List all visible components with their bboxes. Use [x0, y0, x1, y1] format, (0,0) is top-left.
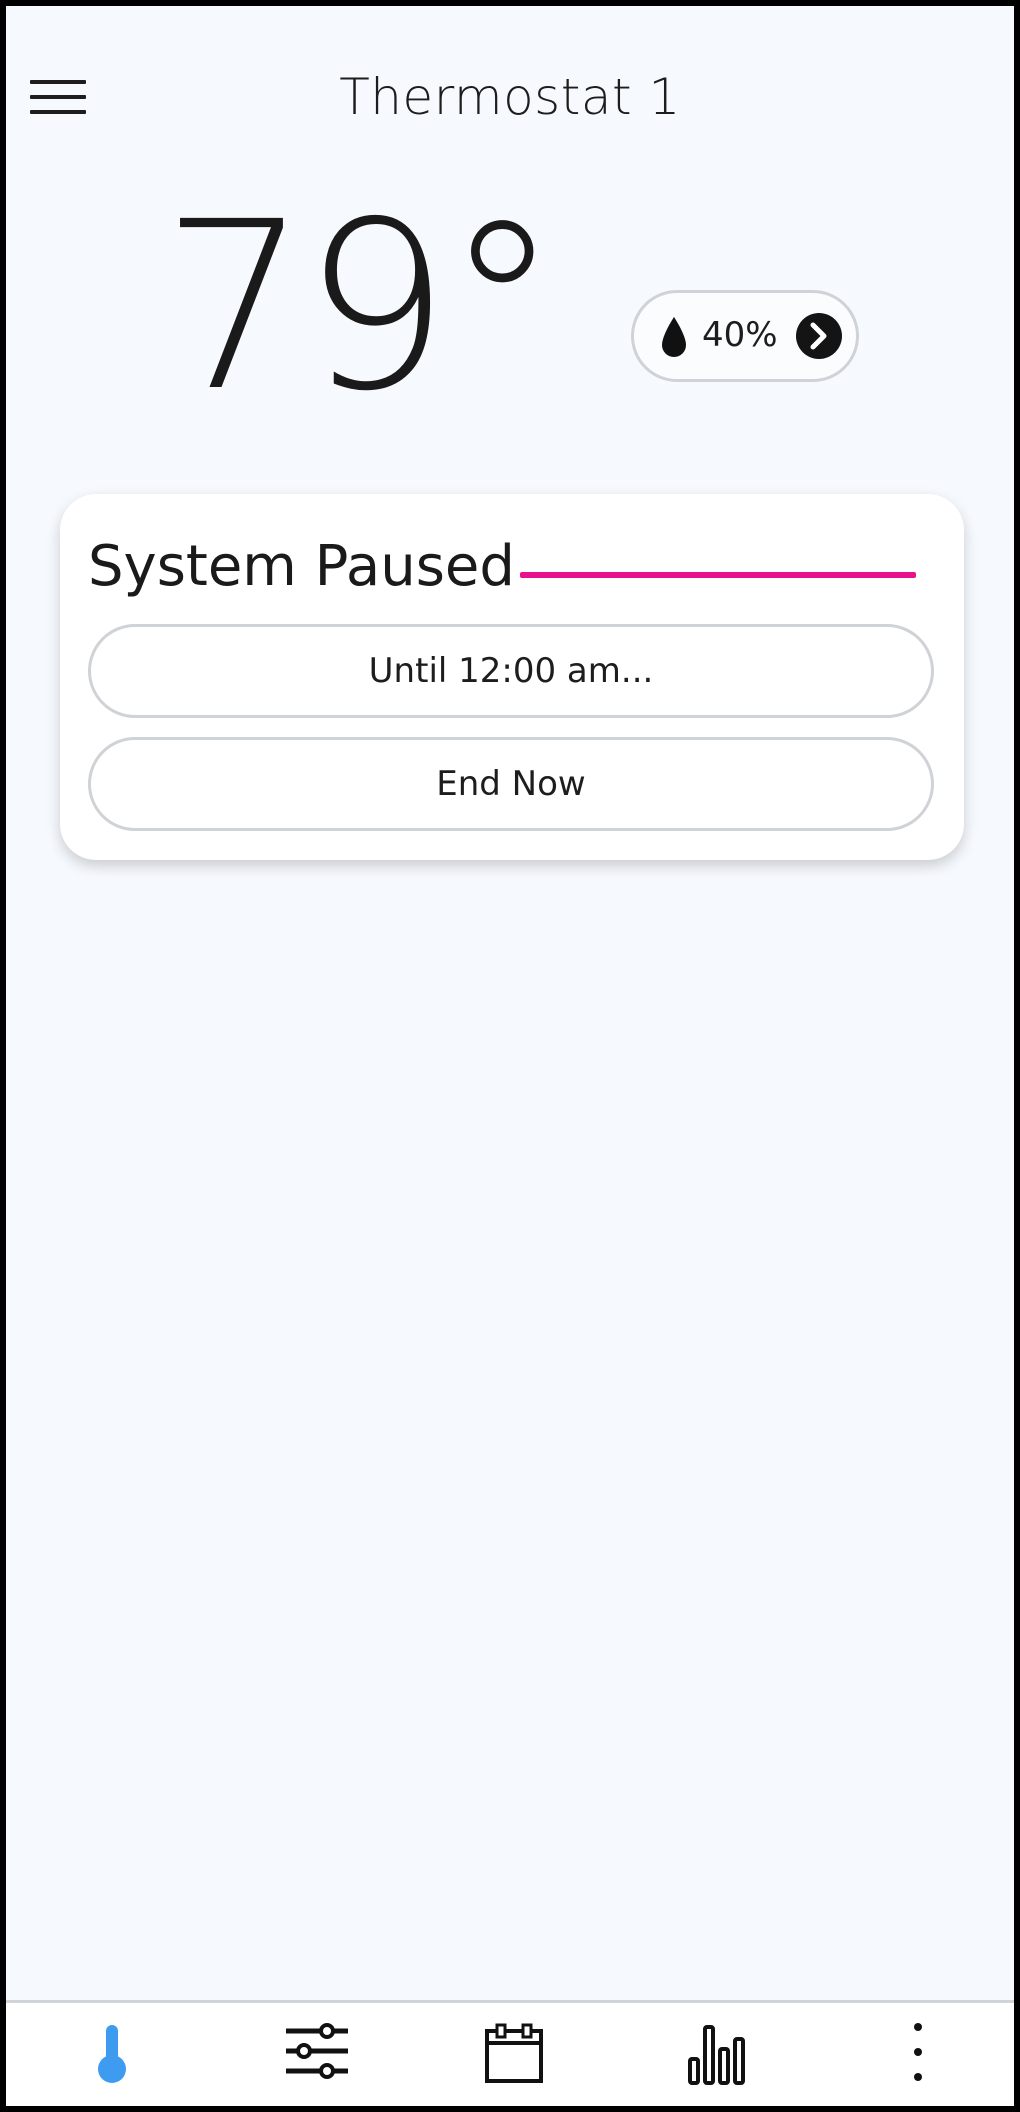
humidity-button[interactable]: 40% — [631, 290, 859, 382]
calendar-icon — [485, 2023, 543, 2083]
sliders-icon — [286, 2023, 348, 2079]
nav-settings[interactable] — [252, 2003, 372, 2106]
humidity-value: 40% — [702, 315, 778, 355]
nav-schedule[interactable] — [452, 2003, 572, 2106]
bottom-navigation — [6, 2000, 1014, 2106]
pause-until-button[interactable]: Until 12:00 am... — [88, 624, 934, 718]
water-drop-icon — [662, 317, 686, 357]
nav-thermostat[interactable] — [52, 2003, 172, 2106]
current-temperature: 79° — [161, 172, 560, 442]
nav-more[interactable] — [858, 2003, 978, 2106]
end-now-button[interactable]: End Now — [88, 737, 934, 831]
more-vertical-icon — [914, 2023, 922, 2081]
chevron-right-circle-icon — [796, 313, 842, 359]
page-title: Thermostat 1 — [339, 68, 681, 126]
thermostat-screen: Thermostat 1 79° 40% System Paused Until… — [6, 6, 1014, 2106]
status-accent-line — [520, 572, 916, 578]
system-status-card: System Paused Until 12:00 am... End Now — [60, 494, 964, 860]
bar-chart-icon — [688, 2025, 745, 2085]
nav-usage[interactable] — [654, 2003, 774, 2106]
thermometer-icon — [98, 2025, 126, 2083]
status-title: System Paused — [88, 534, 515, 599]
